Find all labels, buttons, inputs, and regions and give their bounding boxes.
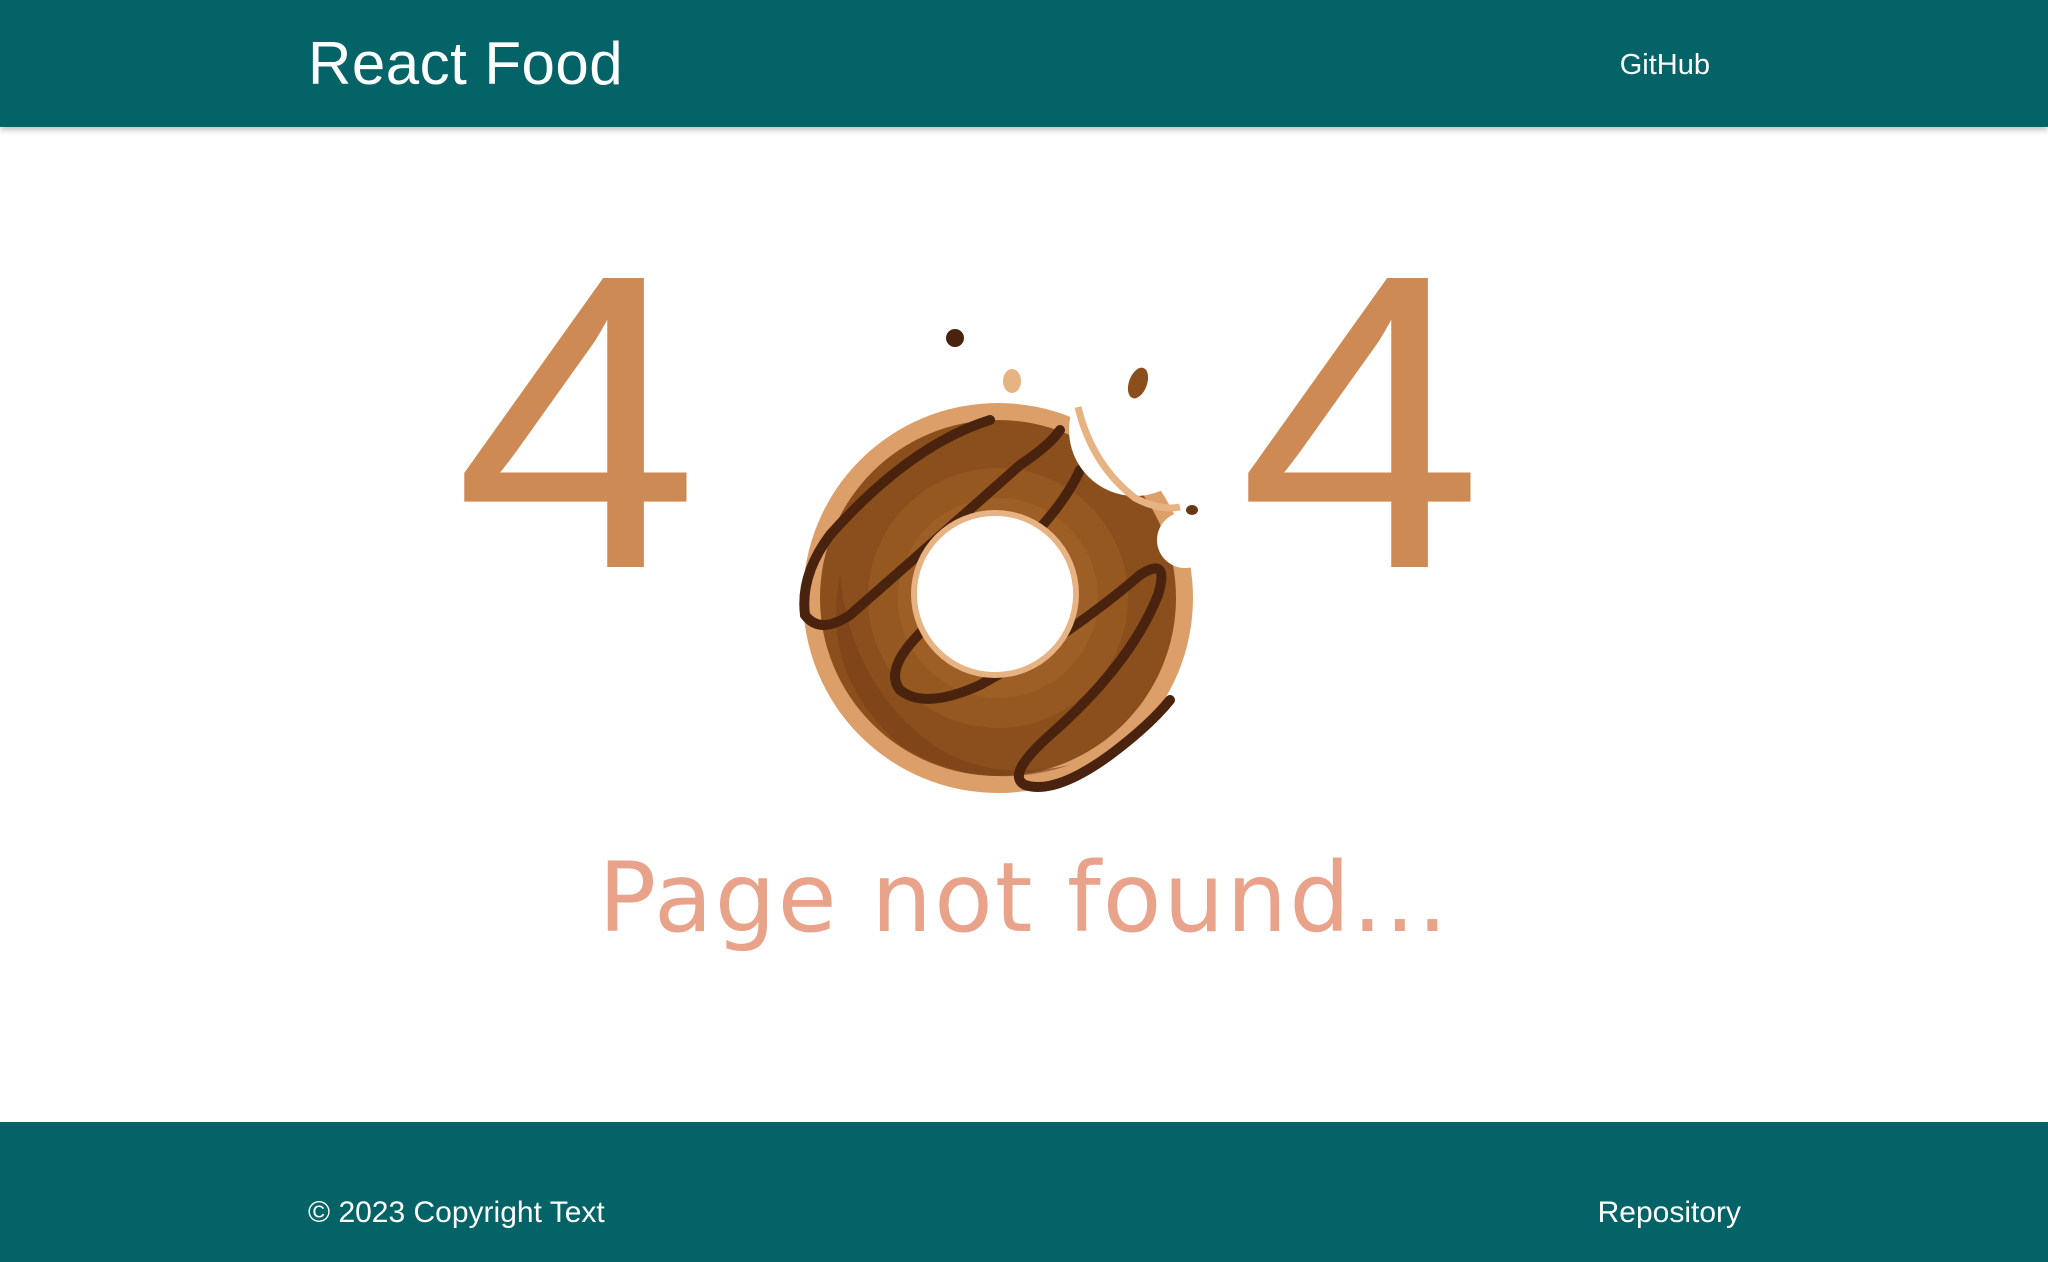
footer: © 2023 Copyright Text Repository	[0, 1122, 2048, 1262]
digit-four-left: 4	[454, 188, 700, 657]
digit-four-right: 4	[1238, 188, 1484, 657]
github-link[interactable]: GitHub	[1620, 46, 1710, 84]
brand-link[interactable]: React Food	[308, 28, 623, 100]
copyright-text: © 2023 Copyright Text	[308, 1196, 605, 1229]
navbar: React Food GitHub	[0, 0, 2048, 127]
page-not-found-message: Page not found...	[598, 842, 1450, 954]
page: React Food GitHub 4 4 Page not found... …	[0, 0, 2048, 1262]
crumb-icon	[946, 329, 964, 347]
crumb-icon	[1127, 367, 1149, 399]
repository-link[interactable]: Repository	[1598, 1194, 1741, 1232]
bitten-donut-icon	[799, 329, 1198, 793]
crumb-icon	[1186, 505, 1198, 515]
crumb-icon	[1003, 369, 1021, 393]
